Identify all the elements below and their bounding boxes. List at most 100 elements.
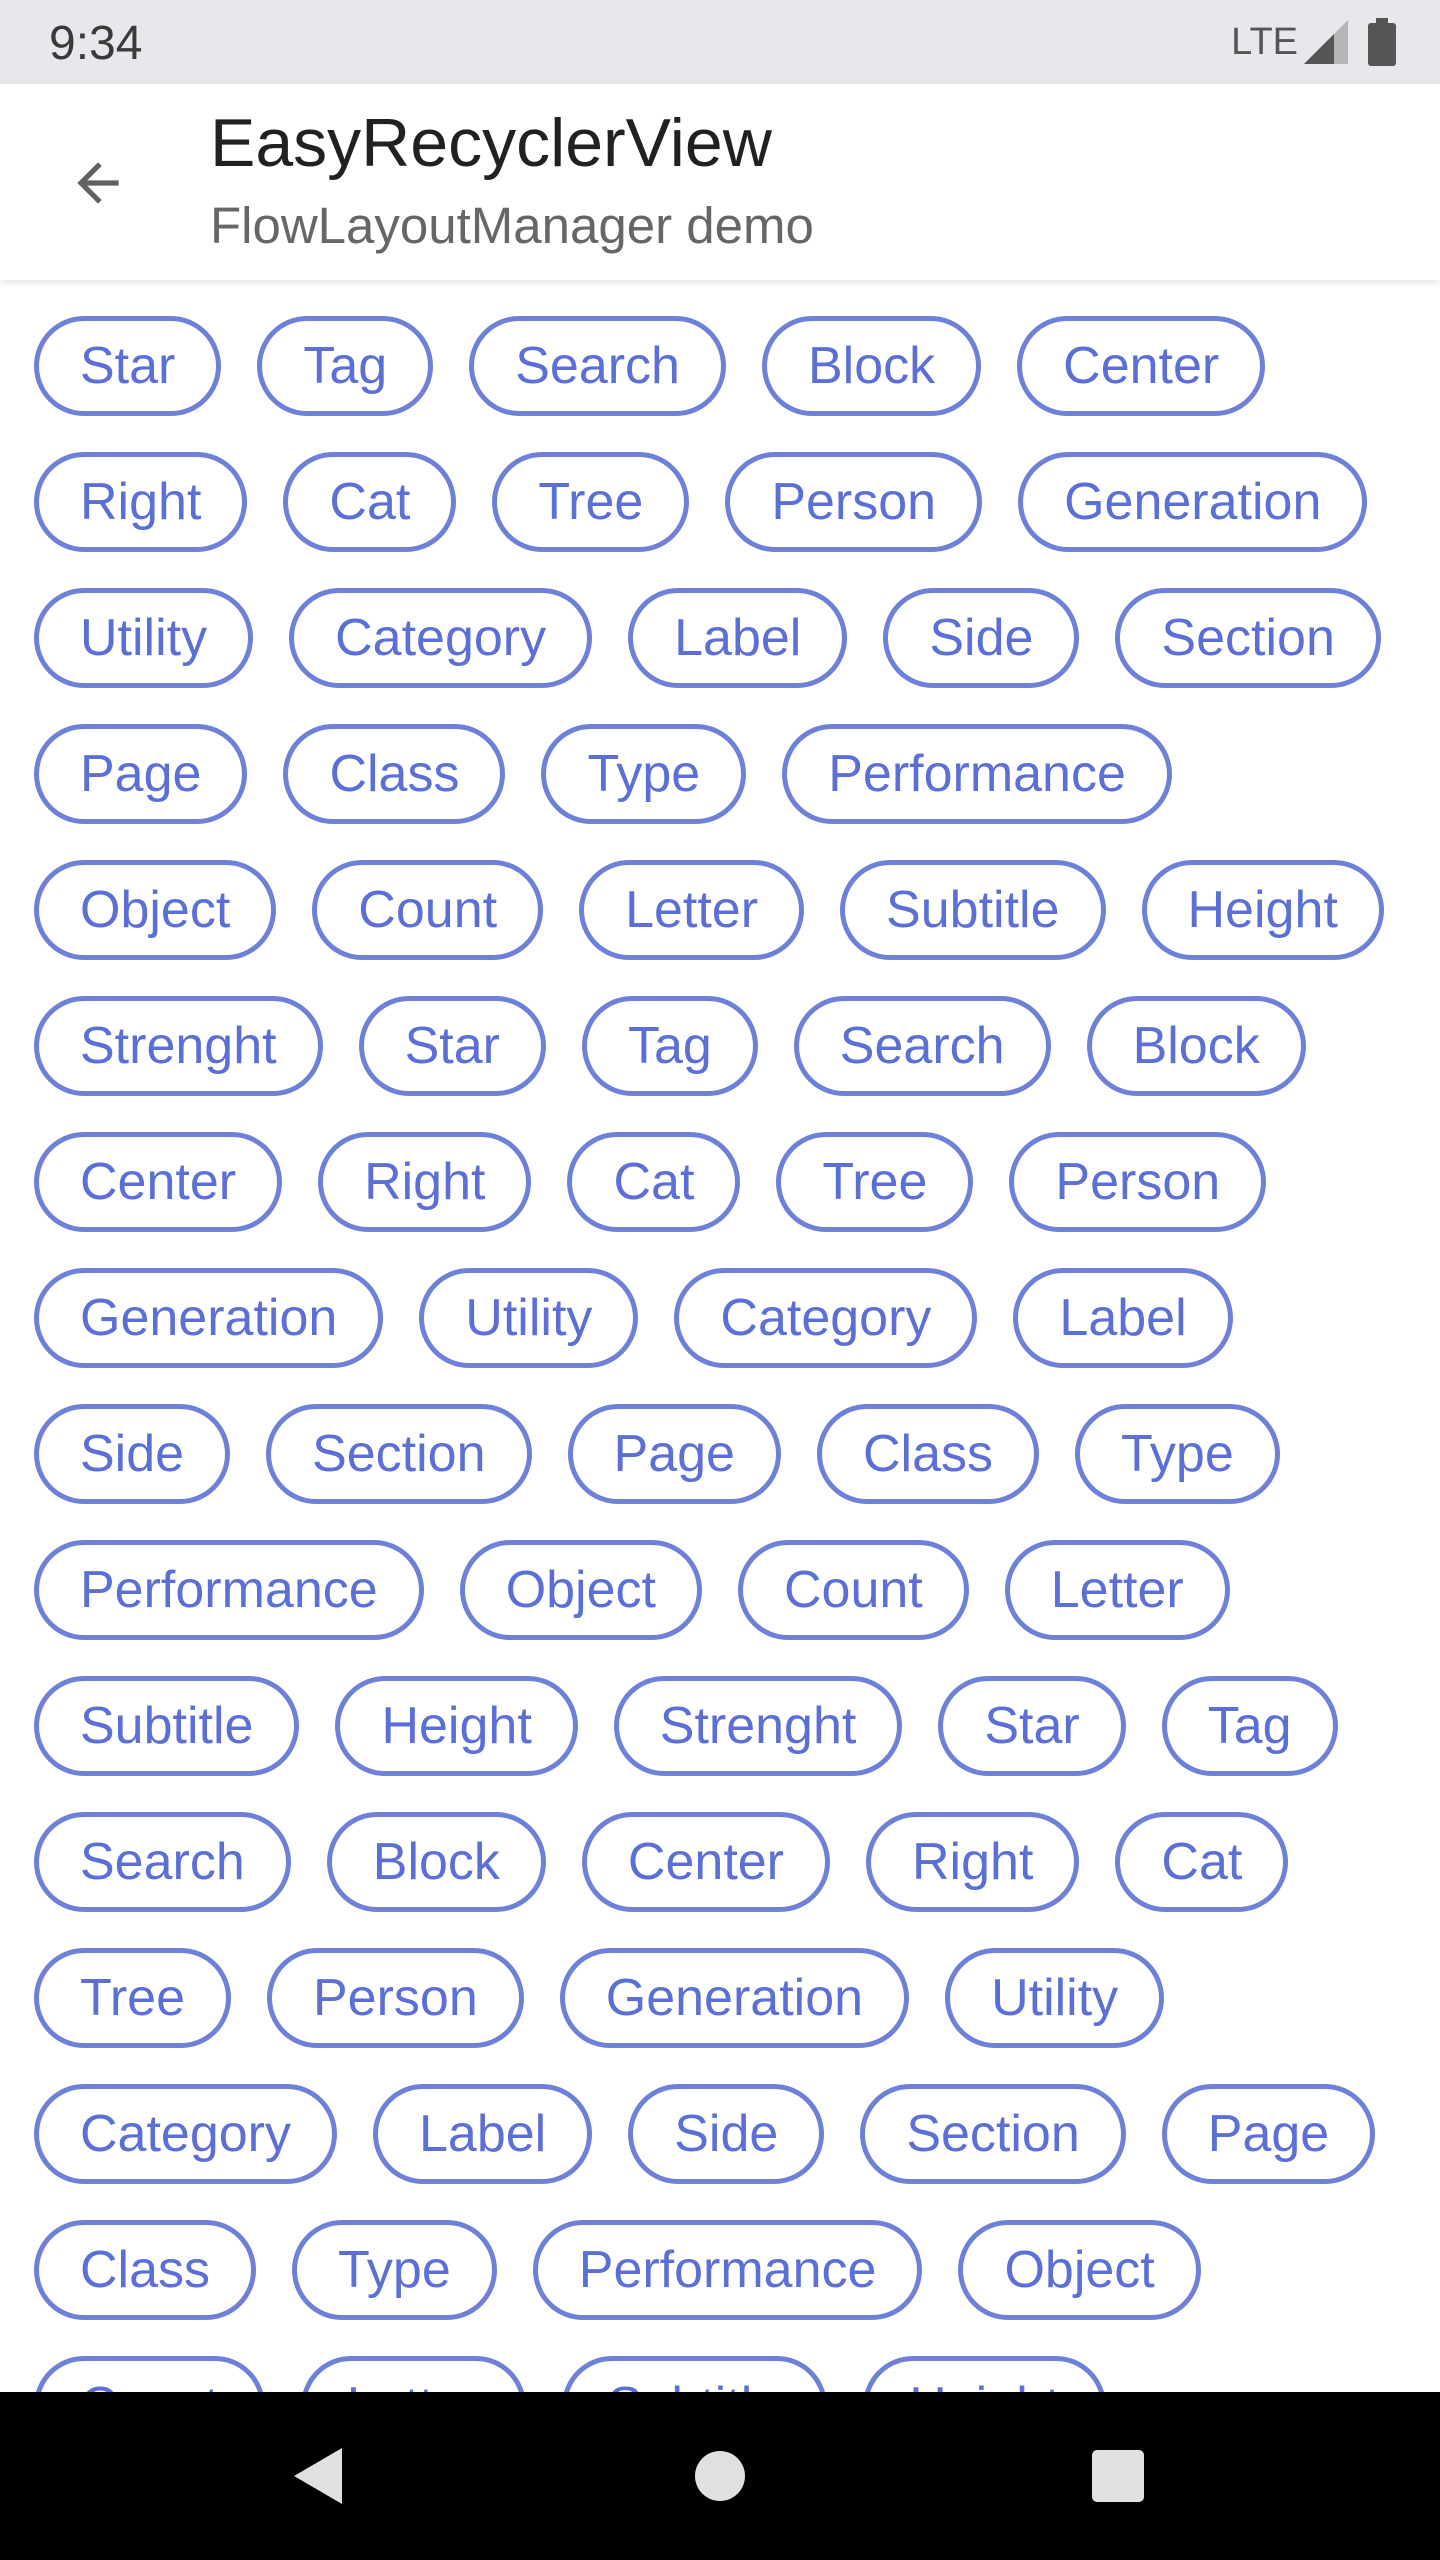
tag-chip[interactable]: Page: [567, 1404, 781, 1504]
tag-chip[interactable]: Object: [34, 860, 277, 960]
tag-chip[interactable]: Tag: [1161, 1676, 1338, 1776]
tag-chip[interactable]: Label: [1013, 1268, 1233, 1368]
tag-chip[interactable]: Generation: [1018, 452, 1368, 552]
tag-chip[interactable]: Tag: [257, 316, 434, 416]
tag-chip[interactable]: Person: [725, 452, 983, 552]
tag-chip[interactable]: Section: [266, 1404, 532, 1504]
tag-chip[interactable]: Cat: [283, 452, 457, 552]
tag-row: Performance Object Count Letter: [34, 1540, 1440, 1676]
tag-chip[interactable]: Subtitle: [561, 2356, 828, 2392]
tag-chip[interactable]: Search: [469, 316, 726, 416]
tag-chip[interactable]: Type: [1075, 1404, 1280, 1504]
tag-chip[interactable]: Side: [883, 588, 1080, 688]
tag-chip[interactable]: Class: [34, 2220, 257, 2320]
tag-chip[interactable]: Cat: [1115, 1812, 1289, 1912]
arrow-back-icon: [77, 162, 119, 204]
tag-chip[interactable]: Block: [1086, 996, 1306, 1096]
tag-chip[interactable]: Side: [34, 1404, 231, 1504]
navigation-bar: [0, 2392, 1440, 2560]
tag-chip[interactable]: Strenght: [34, 996, 323, 1096]
tag-flow-list[interactable]: Star Tag Search Block Center Right Cat Tree Pers…: [0, 280, 1440, 2392]
tag-row: Side Section Page Class Type: [34, 1404, 1440, 1540]
tag-chip[interactable]: Right: [866, 1812, 1080, 1912]
tag-chip[interactable]: Letter: [1004, 1540, 1230, 1640]
tag-chip[interactable]: Right: [34, 452, 248, 552]
tag-chip[interactable]: Block: [761, 316, 982, 416]
tag-chip[interactable]: Performance: [34, 1540, 424, 1640]
tag-row: Strenght Star Tag Search Block: [34, 996, 1440, 1132]
tag-chip[interactable]: Generation: [559, 1948, 910, 2048]
tag-chip[interactable]: Search: [793, 996, 1051, 1096]
tag-row: Right Cat Tree Person Generation: [34, 452, 1440, 588]
tag-chip[interactable]: Tree: [776, 1132, 974, 1232]
battery-icon: [1368, 18, 1396, 66]
tag-chip[interactable]: Class: [283, 724, 506, 824]
tag-row: Subtitle Height Strenght Star Tag: [34, 1676, 1440, 1812]
tag-chip[interactable]: Person: [1009, 1132, 1267, 1232]
tag-chip[interactable]: Side: [628, 2084, 825, 2184]
network-type-label: LTE: [1231, 20, 1298, 63]
tag-chip[interactable]: Label: [628, 588, 848, 688]
back-triangle-icon: [294, 2448, 342, 2504]
tag-chip[interactable]: Utility: [419, 1268, 639, 1368]
tag-chip[interactable]: Letter: [300, 2356, 526, 2392]
tag-chip[interactable]: Subtitle: [34, 1676, 300, 1776]
tag-chip[interactable]: Tree: [492, 452, 690, 552]
tag-chip[interactable]: Height: [335, 1676, 578, 1776]
tag-chip[interactable]: Center: [581, 1812, 830, 1912]
tag-chip[interactable]: Count: [312, 860, 544, 960]
tag-chip[interactable]: Star: [938, 1676, 1126, 1776]
tag-chip[interactable]: Star: [34, 316, 222, 416]
tag-chip[interactable]: Center: [34, 1132, 283, 1232]
tag-chip[interactable]: Letter: [579, 860, 805, 960]
tag-chip[interactable]: Strenght: [613, 1676, 903, 1776]
tag-chip[interactable]: Type: [541, 724, 747, 824]
tag-chip[interactable]: Performance: [532, 2220, 923, 2320]
signal-icon: [1304, 20, 1348, 64]
tag-chip[interactable]: Right: [318, 1132, 532, 1232]
status-icons: LTE: [1231, 18, 1396, 66]
tag-chip[interactable]: Performance: [782, 724, 1172, 824]
tag-chip[interactable]: Label: [373, 2084, 593, 2184]
tag-chip[interactable]: Search: [34, 1812, 291, 1912]
tag-row: Category Label Side Section Page: [34, 2084, 1440, 2220]
tag-chip[interactable]: Utility: [34, 588, 254, 688]
tag-chip[interactable]: Height: [863, 2356, 1106, 2392]
tag-chip[interactable]: Count: [34, 2356, 265, 2392]
tag-chip[interactable]: Subtitle: [840, 860, 1106, 960]
tag-chip[interactable]: Generation: [34, 1268, 384, 1368]
tag-row: Tree Person Generation Utility: [34, 1948, 1440, 2084]
tag-chip[interactable]: Star: [358, 996, 546, 1096]
tag-chip[interactable]: Section: [1115, 588, 1381, 688]
tag-chip[interactable]: Tag: [581, 996, 758, 1096]
app-subtitle: FlowLayoutManager demo: [210, 197, 814, 254]
tag-row: Utility Category Label Side Section: [34, 588, 1440, 724]
tag-chip[interactable]: Category: [289, 588, 593, 688]
tag-chip[interactable]: Type: [292, 2220, 497, 2320]
recents-square-icon: [1092, 2450, 1144, 2502]
tag-chip[interactable]: Class: [816, 1404, 1040, 1504]
nav-back-button[interactable]: [280, 2438, 356, 2514]
tag-chip[interactable]: Category: [34, 2084, 337, 2184]
tag-chip[interactable]: Center: [1017, 316, 1266, 416]
tag-chip[interactable]: Object: [459, 1540, 702, 1640]
tag-chip[interactable]: Height: [1141, 860, 1384, 960]
status-bar: 9:34 LTE: [0, 0, 1440, 84]
tag-chip[interactable]: Count: [737, 1540, 969, 1640]
tag-chip[interactable]: Page: [34, 724, 248, 824]
tag-chip[interactable]: Person: [267, 1948, 524, 2048]
tag-chip[interactable]: Cat: [567, 1132, 741, 1232]
tag-chip[interactable]: Page: [1161, 2084, 1376, 2184]
tag-chip[interactable]: Category: [674, 1268, 978, 1368]
nav-recents-button[interactable]: [1080, 2438, 1156, 2514]
tag-chip[interactable]: Section: [860, 2084, 1126, 2184]
tag-chip[interactable]: Object: [958, 2220, 1201, 2320]
back-button[interactable]: [62, 150, 134, 216]
tag-chip[interactable]: Utility: [945, 1948, 1165, 2048]
tag-chip[interactable]: Tree: [34, 1948, 231, 2048]
nav-home-button[interactable]: [682, 2438, 758, 2514]
tag-row: Count Letter Subtitle Height: [34, 2356, 1440, 2392]
tag-chip[interactable]: Block: [326, 1812, 546, 1912]
tag-row: Center Right Cat Tree Person: [34, 1132, 1440, 1268]
status-time: 9:34: [49, 17, 143, 70]
